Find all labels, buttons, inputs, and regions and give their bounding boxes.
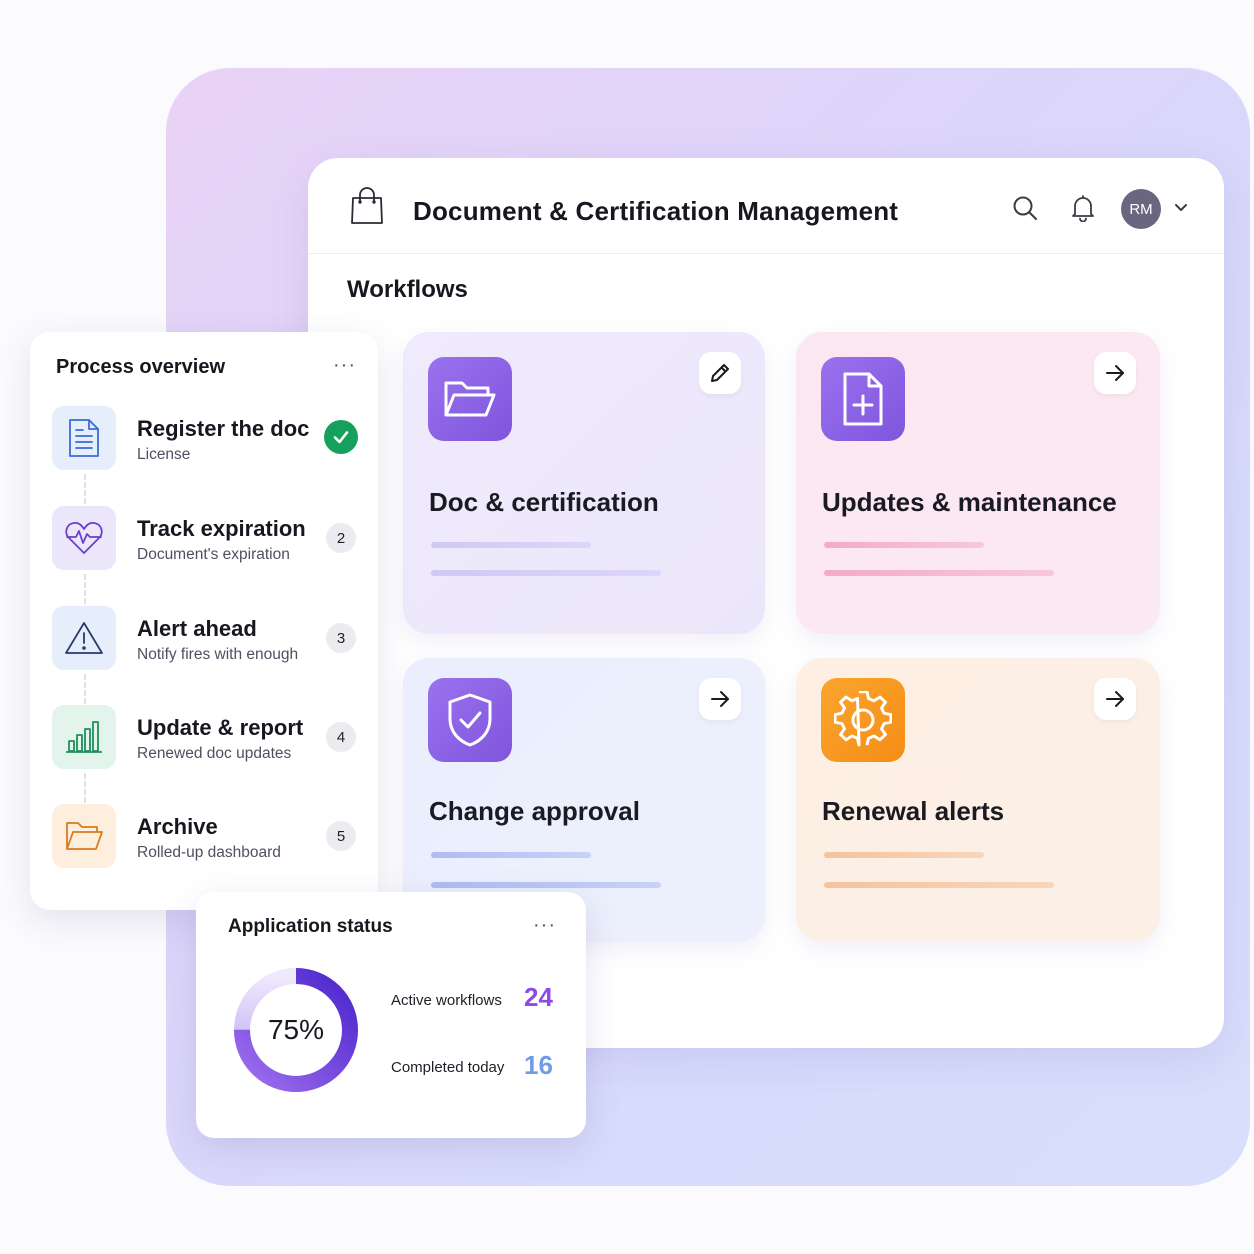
warning-icon <box>52 606 116 670</box>
card-title: Renewal alerts <box>822 796 1005 826</box>
app-title: Document & Certification Management <box>413 196 899 226</box>
placeholder-bar <box>824 852 984 858</box>
panel-title: Process overview <box>56 356 225 378</box>
shield-check-icon <box>428 678 512 762</box>
step-title: Archive <box>137 814 218 839</box>
bell-icon[interactable] <box>1070 194 1096 222</box>
completed-today-value: 16 <box>524 1050 553 1080</box>
step-number-badge: 5 <box>326 821 356 851</box>
step-archive[interactable]: Archive Rolled-up dashboard 5 <box>52 804 362 870</box>
file-plus-icon <box>821 357 905 441</box>
active-workflows-value: 24 <box>524 982 553 1012</box>
edit-button[interactable] <box>699 352 741 394</box>
bar-chart-icon <box>52 705 116 769</box>
step-track-expiration[interactable]: Track expiration Document's expiration 2 <box>52 506 362 572</box>
step-title: Update & report <box>137 715 304 740</box>
step-subtitle: Rolled-up dashboard <box>137 844 281 861</box>
card-title: Doc & certification <box>429 487 659 517</box>
more-options-icon[interactable]: ··· <box>533 915 556 935</box>
step-connector <box>84 674 86 704</box>
workflow-card-renewal-alerts[interactable]: Renewal alerts <box>796 658 1160 942</box>
placeholder-bar <box>824 542 984 548</box>
step-number-badge: 4 <box>326 722 356 752</box>
step-register-doc[interactable]: Register the doc License <box>52 406 362 472</box>
more-options-icon[interactable]: ··· <box>333 355 356 375</box>
card-title: Updates & maintenance <box>822 487 1117 517</box>
placeholder-bar <box>431 852 591 858</box>
search-icon[interactable] <box>1012 195 1038 221</box>
open-button[interactable] <box>1094 678 1136 720</box>
folder-icon <box>52 804 116 868</box>
step-connector <box>84 474 86 504</box>
step-number-badge: 2 <box>326 523 356 553</box>
step-number-badge: 3 <box>326 623 356 653</box>
step-connector <box>84 574 86 604</box>
app-header: Document & Certification Management RM <box>308 158 1224 254</box>
arrow-right-icon <box>711 691 729 707</box>
step-subtitle: Document's expiration <box>137 546 290 563</box>
open-button[interactable] <box>699 678 741 720</box>
open-button[interactable] <box>1094 352 1136 394</box>
placeholder-bar <box>431 882 661 888</box>
chevron-down-icon[interactable] <box>1172 200 1190 216</box>
completed-today-label: Completed today <box>391 1059 505 1076</box>
gear-icon <box>821 678 905 762</box>
arrow-right-icon <box>1106 691 1124 707</box>
step-update-report[interactable]: Update & report Renewed doc updates 4 <box>52 705 362 771</box>
placeholder-bar <box>431 542 591 548</box>
placeholder-bar <box>824 882 1054 888</box>
process-overview-panel: Process overview ··· Register the doc Li… <box>30 332 378 910</box>
workflow-card-updates-maintenance[interactable]: Updates & maintenance <box>796 332 1160 634</box>
panel-title: Application status <box>228 916 393 937</box>
application-status-panel: Application status ··· 75% Active workfl… <box>196 892 586 1138</box>
workflows-heading: Workflows <box>347 276 468 303</box>
step-alert-ahead[interactable]: Alert ahead Notify fires with enough 3 <box>52 606 362 672</box>
card-title: Change approval <box>429 796 640 826</box>
pencil-icon <box>711 364 729 382</box>
progress-percent: 75% <box>267 1014 325 1045</box>
shopping-bag-icon <box>351 187 383 224</box>
heartbeat-icon <box>52 506 116 570</box>
placeholder-bar <box>824 570 1054 576</box>
document-icon <box>52 406 116 470</box>
workflow-card-doc-certification[interactable]: Doc & certification <box>403 332 765 634</box>
active-workflows-label: Active workflows <box>391 992 502 1009</box>
step-subtitle: License <box>137 446 191 463</box>
step-title: Track expiration <box>137 516 306 541</box>
placeholder-bar <box>431 570 661 576</box>
check-icon <box>324 420 358 454</box>
step-subtitle: Notify fires with enough <box>137 646 299 663</box>
step-connector <box>84 773 86 803</box>
step-subtitle: Renewed doc updates <box>137 745 292 762</box>
step-title: Alert ahead <box>137 616 257 641</box>
folder-open-icon <box>428 357 512 441</box>
arrow-right-icon <box>1106 365 1124 381</box>
step-title: Register the doc <box>137 416 310 441</box>
user-avatar[interactable]: RM <box>1121 189 1161 229</box>
